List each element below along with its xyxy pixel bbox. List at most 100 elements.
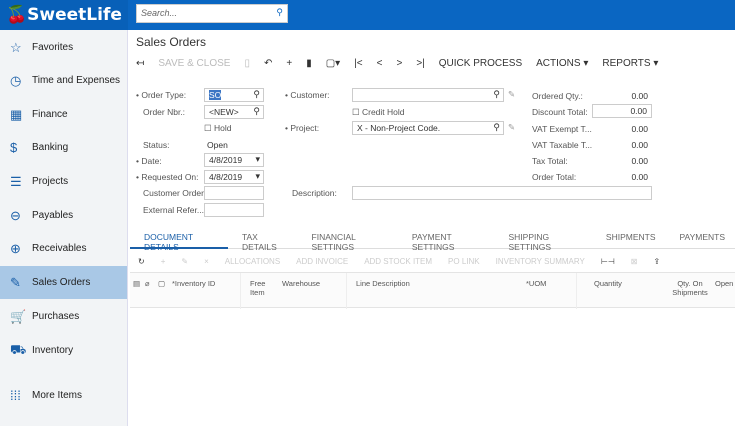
- inventory-summary-button[interactable]: INVENTORY SUMMARY: [496, 257, 585, 266]
- page-title: Sales Orders: [136, 35, 207, 49]
- sidebar-item-finance[interactable]: ▦ Finance: [0, 98, 127, 131]
- delete-icon[interactable]: ▮: [306, 58, 312, 69]
- main-content: Sales Orders ↤ SAVE & CLOSE ▯ ↶ + ▮ ▢▾ |…: [130, 30, 735, 426]
- upload-icon[interactable]: ⇪: [653, 257, 660, 266]
- edit-customer-icon[interactable]: ✎: [508, 89, 515, 100]
- customer-field[interactable]: ⚲: [352, 88, 504, 102]
- tab-shipments[interactable]: SHIPMENTS: [592, 227, 666, 249]
- discount-total-field[interactable]: 0.00: [592, 104, 652, 118]
- order-type-field[interactable]: SO ⚲: [204, 88, 264, 102]
- sidebar-item-favorites[interactable]: ☆ Favorites: [0, 31, 127, 64]
- column-free-item[interactable]: Free Item: [250, 279, 270, 297]
- search-icon[interactable]: ⚲: [253, 106, 260, 117]
- tab-bar: DOCUMENT DETAILS TAX DETAILS FINANCIAL S…: [130, 227, 735, 252]
- requested-on-field[interactable]: 4/8/2019 ▾: [204, 170, 264, 184]
- sidebar: ☆ Favorites ◷ Time and Expenses ▦ Finance $…: [0, 30, 128, 426]
- fit-columns-icon[interactable]: ⊢⊣: [601, 257, 615, 266]
- date-label: • Date:: [136, 156, 162, 166]
- logo[interactable]: 🍒SweetLife: [0, 0, 128, 30]
- back-icon[interactable]: ↤: [136, 58, 144, 69]
- credit-hold-checkbox[interactable]: ☐ Credit Hold: [352, 107, 405, 118]
- search-icon[interactable]: ⚲: [493, 122, 500, 133]
- project-label: • Project:: [285, 123, 320, 133]
- search-input[interactable]: Search... ⚲: [136, 4, 288, 23]
- reports-menu[interactable]: REPORTS ▾: [602, 58, 658, 69]
- grid-dots-icon: ⁞⁞⁞: [10, 388, 21, 403]
- sidebar-item-purchases[interactable]: 🛒 Purchases: [0, 300, 127, 333]
- po-link-button[interactable]: PO LINK: [448, 257, 480, 266]
- dropdown-icon[interactable]: ▾: [255, 154, 260, 165]
- dropdown-icon[interactable]: ▾: [255, 171, 260, 182]
- date-field[interactable]: 4/8/2019 ▾: [204, 153, 264, 167]
- sidebar-item-time-and-expenses[interactable]: ◷ Time and Expenses: [0, 64, 127, 97]
- tab-tax-details[interactable]: TAX DETAILS: [228, 227, 298, 252]
- ordered-qty-label: Ordered Qty.:: [532, 91, 583, 101]
- last-record-icon[interactable]: >|: [416, 58, 424, 69]
- copy-paste-icon[interactable]: ▢▾: [326, 58, 340, 69]
- sidebar-item-sales-orders[interactable]: ✎ Sales Orders: [0, 266, 127, 299]
- search-icon[interactable]: ⚲: [276, 7, 283, 18]
- sidebar-item-more-items[interactable]: ⁞⁞⁞ More Items: [0, 379, 127, 412]
- vat-exempt-value: 0.00: [631, 124, 648, 134]
- vat-taxable-label: VAT Taxable T...: [532, 140, 593, 150]
- search-icon[interactable]: ⚲: [253, 89, 260, 100]
- delete-row-icon[interactable]: ×: [204, 257, 209, 266]
- excel-export-icon[interactable]: ⊠: [631, 257, 638, 266]
- actions-menu[interactable]: ACTIONS ▾: [536, 58, 588, 69]
- sidebar-item-banking[interactable]: $ Banking: [0, 131, 127, 164]
- column-uom[interactable]: *UOM: [526, 279, 546, 288]
- column-warehouse[interactable]: Warehouse: [282, 279, 320, 288]
- allocations-button[interactable]: ALLOCATIONS: [225, 257, 280, 266]
- calculator-icon: ▦: [10, 106, 23, 122]
- row-settings-icon[interactable]: ▤: [133, 279, 140, 288]
- star-icon: ☆: [10, 39, 22, 55]
- cherry-icon: 🍒: [6, 5, 28, 25]
- edit-row-icon[interactable]: ✎: [181, 257, 188, 266]
- tax-total-value: 0.00: [631, 156, 648, 166]
- tab-document-details[interactable]: DOCUMENT DETAILS: [130, 227, 228, 252]
- next-record-icon[interactable]: >: [396, 58, 402, 69]
- toolbar: ↤ SAVE & CLOSE ▯ ↶ + ▮ ▢▾ |< < > >| QUIC…: [136, 58, 672, 69]
- save-close-button[interactable]: SAVE & CLOSE: [158, 58, 230, 69]
- external-ref-field[interactable]: [204, 203, 264, 217]
- description-field[interactable]: [352, 186, 652, 200]
- column-qty-on-shipments[interactable]: Qty. On Shipments: [670, 279, 710, 297]
- tab-shipping-settings[interactable]: SHIPPING SETTINGS: [494, 227, 591, 252]
- add-stock-item-button[interactable]: ADD STOCK ITEM: [364, 257, 432, 266]
- add-invoice-button[interactable]: ADD INVOICE: [296, 257, 348, 266]
- minus-circle-icon: ⊖: [10, 207, 21, 223]
- add-row-icon[interactable]: +: [161, 257, 166, 266]
- status-value: Open: [207, 140, 228, 150]
- note-icon: ▢: [158, 279, 166, 288]
- sidebar-item-projects[interactable]: ☰ Projects: [0, 165, 127, 198]
- quick-process-button[interactable]: QUICK PROCESS: [439, 58, 522, 69]
- sidebar-item-payables[interactable]: ⊖ Payables: [0, 199, 127, 232]
- search-icon[interactable]: ⚲: [493, 89, 500, 100]
- project-field[interactable]: X - Non-Project Code. ⚲: [352, 121, 504, 135]
- save-icon[interactable]: ▯: [244, 58, 250, 69]
- customer-order-field[interactable]: [204, 186, 264, 200]
- column-line-description[interactable]: Line Description: [356, 279, 410, 288]
- first-record-icon[interactable]: |<: [354, 58, 362, 69]
- sidebar-item-receivables[interactable]: ⊕ Receivables: [0, 232, 127, 265]
- tab-financial-settings[interactable]: FINANCIAL SETTINGS: [298, 227, 398, 252]
- add-icon[interactable]: +: [286, 58, 292, 69]
- external-ref-label: External Refer...: [143, 205, 204, 215]
- refresh-icon[interactable]: ↻: [138, 257, 145, 266]
- hold-checkbox[interactable]: ☐ Hold: [204, 123, 231, 134]
- tab-payment-settings[interactable]: PAYMENT SETTINGS: [398, 227, 495, 252]
- ordered-qty-value: 0.00: [631, 91, 648, 101]
- edit-project-icon[interactable]: ✎: [508, 122, 515, 133]
- tax-total-label: Tax Total:: [532, 156, 568, 166]
- top-bar: 🍒SweetLife Search... ⚲: [0, 0, 735, 30]
- previous-record-icon[interactable]: <: [377, 58, 383, 69]
- column-quantity[interactable]: Quantity: [594, 279, 622, 288]
- cart-icon: 🛒: [10, 308, 27, 324]
- column-open-qty[interactable]: Open Q: [715, 279, 735, 288]
- undo-icon[interactable]: ↶: [264, 58, 272, 69]
- order-nbr-field[interactable]: <NEW> ⚲: [204, 105, 264, 119]
- tab-payments[interactable]: PAYMENTS: [666, 227, 735, 249]
- column-inventory-id[interactable]: *Inventory ID: [172, 279, 215, 288]
- sidebar-item-inventory[interactable]: ⛟ Inventory: [0, 334, 127, 367]
- grid-header: ▤ ⌀ ▢ *Inventory ID Free Item Warehouse …: [130, 272, 735, 309]
